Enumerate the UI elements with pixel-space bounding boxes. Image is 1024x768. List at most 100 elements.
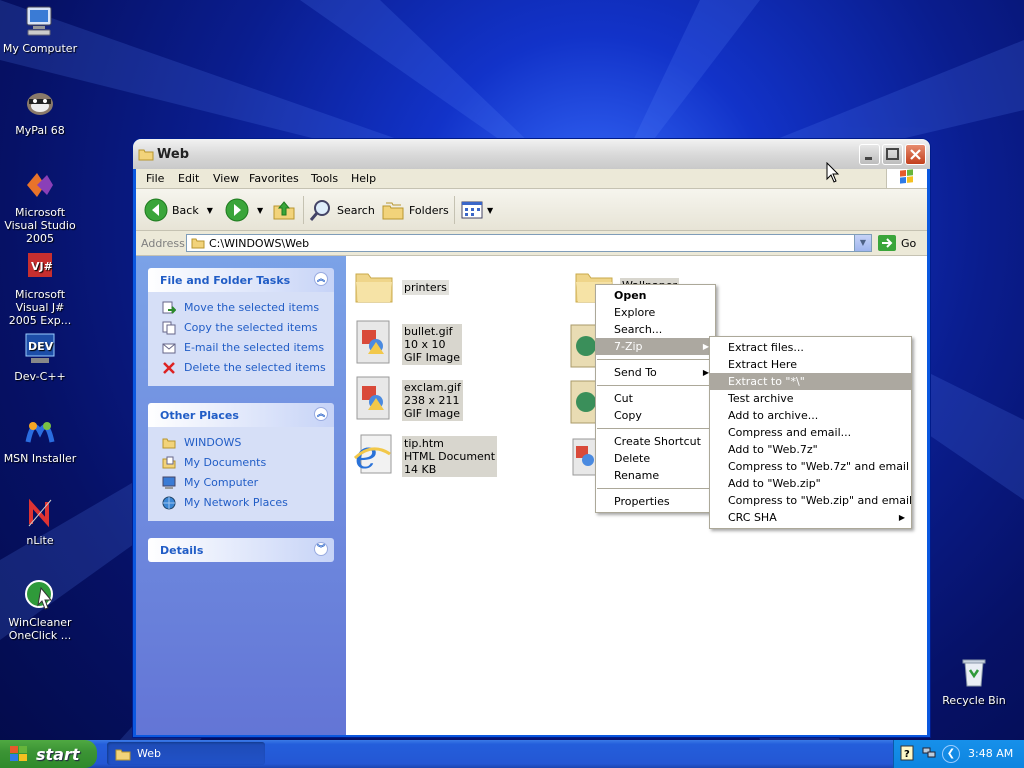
clock: 3:48 AM: [968, 747, 1014, 760]
desktop-icon-mypal[interactable]: MyPal 68: [0, 86, 80, 137]
go-label: Go: [901, 236, 917, 250]
address-input[interactable]: C:\WINDOWS\Web ▼: [186, 234, 872, 252]
place-my-documents[interactable]: My Documents: [148, 453, 334, 473]
menu-help[interactable]: Help: [351, 172, 376, 185]
collapse-chevron-icon[interactable]: ︽: [314, 407, 328, 421]
place-my-computer[interactable]: My Computer: [148, 473, 334, 493]
panel-header[interactable]: Details ︾: [148, 538, 334, 562]
file-folder-tasks-panel: File and Folder Tasks ︽ Move the selecte…: [148, 268, 334, 386]
zip-extract-files[interactable]: Extract files...: [710, 339, 911, 356]
submenu-arrow-icon: ▶: [898, 513, 905, 522]
start-button[interactable]: start: [0, 740, 97, 768]
desktop-icon-my-computer[interactable]: My Computer: [0, 4, 80, 55]
zip-add-to-archive[interactable]: Add to archive...: [710, 407, 911, 424]
go-arrow-icon: [878, 235, 896, 251]
ctx-delete[interactable]: Delete: [596, 450, 715, 467]
search-button[interactable]: Search: [309, 198, 375, 222]
desktop-icon-dev-cpp[interactable]: DEV Dev-C++: [0, 332, 80, 383]
close-button[interactable]: [905, 144, 926, 165]
zip-crc-sha[interactable]: CRC SHA ▶: [710, 509, 911, 526]
back-label: Back: [172, 203, 199, 217]
desktop-icon-msn[interactable]: MSN Installer: [0, 414, 80, 465]
expand-chevron-icon[interactable]: ︾: [314, 542, 328, 556]
menu-favorites[interactable]: Favorites: [249, 172, 299, 185]
maximize-button[interactable]: [882, 144, 903, 165]
zip-compress-email[interactable]: Compress and email...: [710, 424, 911, 441]
zip-extract-to[interactable]: Extract to "*\": [710, 373, 911, 390]
folder-icon: [138, 147, 154, 164]
network-tray-icon[interactable]: [922, 747, 936, 759]
task-move[interactable]: Move the selected items: [148, 298, 334, 318]
taskbar-window-web[interactable]: Web: [107, 742, 265, 765]
ctx-cut[interactable]: Cut: [596, 390, 715, 407]
ctx-send-to[interactable]: Send To ▶: [596, 364, 715, 381]
address-dropdown-button[interactable]: ▼: [854, 235, 871, 251]
place-my-network[interactable]: My Network Places: [148, 493, 334, 513]
file-name: exclam.gif 238 x 211 GIF Image: [402, 380, 463, 421]
task-delete[interactable]: Delete the selected items: [148, 358, 334, 378]
gif-image-icon: [356, 376, 390, 420]
system-tray: ? ❮ 3:48 AM: [893, 740, 1024, 768]
desktop-icon-visual-jsharp[interactable]: VJ# Microsoft Visual J# 2005 Exp...: [0, 250, 80, 327]
zip-add-web-zip[interactable]: Add to "Web.zip": [710, 475, 911, 492]
forward-arrow-icon: [225, 198, 249, 222]
menu-edit[interactable]: Edit: [178, 172, 199, 185]
ctx-explore[interactable]: Explore: [596, 304, 715, 321]
views-dropdown-icon[interactable]: ▼: [487, 206, 493, 215]
ctx-open[interactable]: Open: [596, 287, 715, 304]
task-copy[interactable]: Copy the selected items: [148, 318, 334, 338]
menu-file[interactable]: File: [146, 172, 164, 185]
zip-extract-here[interactable]: Extract Here: [710, 356, 911, 373]
panel-title: Details: [160, 544, 204, 557]
views-button[interactable]: ▼: [460, 198, 493, 222]
svg-text:DEV: DEV: [28, 340, 54, 353]
forward-dropdown-icon[interactable]: ▼: [257, 206, 263, 215]
zip-compress-web-7z-email[interactable]: Compress to "Web.7z" and email: [710, 458, 911, 475]
panel-header[interactable]: File and Folder Tasks ︽: [148, 268, 334, 292]
tray-collapse-chevron-icon[interactable]: ❮: [942, 745, 960, 763]
windows-flag-icon: [10, 746, 27, 761]
desktop-icon-recycle-bin[interactable]: Recycle Bin: [934, 656, 1014, 707]
menu-tools[interactable]: Tools: [311, 172, 338, 185]
desktop-icon-visual-studio[interactable]: Microsoft Visual Studio 2005: [0, 168, 80, 245]
minimize-button[interactable]: [859, 144, 880, 165]
help-icon[interactable]: ?: [900, 745, 914, 761]
address-bar: Address C:\WINDOWS\Web ▼ Go: [136, 231, 927, 256]
file-item-tip-htm[interactable]: e tip.htm HTML Document 14 KB: [353, 432, 498, 481]
go-button[interactable]: Go: [878, 235, 916, 251]
title-bar[interactable]: Web: [133, 139, 930, 169]
zip-compress-web-zip-email[interactable]: Compress to "Web.zip" and email: [710, 492, 912, 509]
back-button[interactable]: Back ▼: [144, 198, 213, 222]
file-item-exclam-gif[interactable]: exclam.gif 238 x 211 GIF Image: [354, 376, 463, 425]
menu-divider: [597, 359, 714, 360]
desktop-icon-label: Microsoft Visual J# 2005 Exp...: [8, 288, 72, 327]
file-item-bullet-gif[interactable]: bullet.gif 10 x 10 GIF Image: [354, 320, 463, 369]
zip-add-web-7z[interactable]: Add to "Web.7z": [710, 441, 911, 458]
window-title: Web: [157, 147, 189, 162]
recycle-bin-icon: [957, 656, 991, 690]
desktop-icon-wincleaner[interactable]: WinCleaner OneClick ...: [0, 578, 80, 642]
file-item-printers[interactable]: printers: [354, 268, 449, 307]
back-dropdown-icon[interactable]: ▼: [207, 206, 213, 215]
zip-test-archive[interactable]: Test archive: [710, 390, 911, 407]
ctx-copy[interactable]: Copy: [596, 407, 715, 424]
file-name: printers: [402, 280, 449, 295]
folders-label: Folders: [409, 203, 449, 217]
ctx-properties[interactable]: Properties: [596, 493, 715, 510]
ctx-create-shortcut[interactable]: Create Shortcut: [596, 433, 715, 450]
place-windows[interactable]: WINDOWS: [148, 433, 334, 453]
file-name: tip.htm HTML Document 14 KB: [402, 436, 498, 477]
ctx-search[interactable]: Search...: [596, 321, 715, 338]
menu-divider: [597, 385, 714, 386]
other-places-panel: Other Places ︽ WINDOWS My Documents My C…: [148, 403, 334, 521]
task-email[interactable]: E-mail the selected items: [148, 338, 334, 358]
menu-view[interactable]: View: [213, 172, 239, 185]
collapse-chevron-icon[interactable]: ︽: [314, 272, 328, 286]
ctx-rename[interactable]: Rename: [596, 467, 715, 484]
desktop-icon-nlite[interactable]: nLite: [0, 496, 80, 547]
folders-button[interactable]: Folders: [381, 198, 449, 222]
ctx-7zip[interactable]: 7-Zip ▶: [596, 338, 715, 355]
forward-button[interactable]: ▼: [225, 198, 263, 222]
up-folder-button[interactable]: [272, 198, 296, 222]
panel-header[interactable]: Other Places ︽: [148, 403, 334, 427]
